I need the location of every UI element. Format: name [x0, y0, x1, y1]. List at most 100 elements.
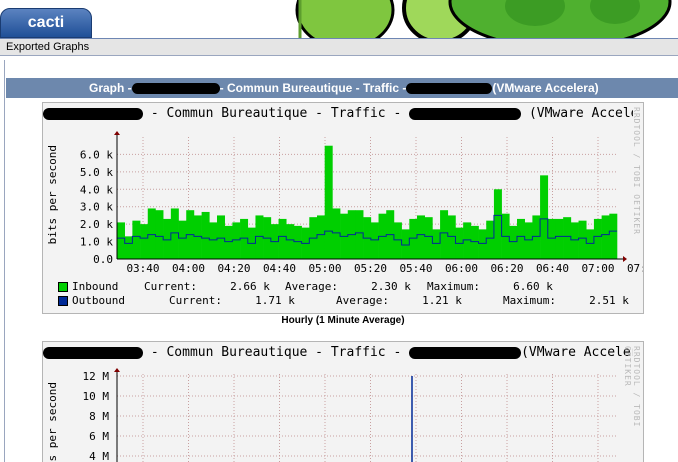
outbound-swatch — [58, 296, 68, 306]
y-axis-arrow — [114, 131, 120, 135]
breadcrumb-bar: Exported Graphs — [0, 38, 678, 56]
y-tick-label: 5.0 k — [80, 166, 113, 179]
x-tick-label: 04:40 — [263, 262, 296, 275]
inbound-bar — [124, 236, 133, 259]
inbound-bar — [209, 222, 218, 259]
graph-title-middle: - Commun Bureautique - Traffic - — [143, 106, 410, 121]
graph-title: - Commun Bureautique - Traffic - (VMware… — [43, 106, 633, 121]
y-tick-label: 4 M — [89, 450, 109, 462]
x-tick-label: 05:40 — [399, 262, 432, 275]
y-tick-label: 1.0 k — [80, 236, 113, 249]
inbound-bar — [332, 208, 341, 259]
inbound-bar — [432, 229, 441, 259]
cactus-banner-art — [0, 0, 678, 38]
inbound-bar — [517, 218, 525, 259]
cacti-tab[interactable]: cacti — [0, 8, 92, 38]
inbound-bar — [140, 224, 149, 259]
graph-title-middle: - Commun Bureautique - Traffic - — [143, 345, 410, 360]
inbound-bar — [509, 225, 518, 259]
graph-header-prefix: Graph - — [89, 81, 132, 95]
inbound-bar — [117, 222, 125, 259]
inbound-bar — [447, 215, 456, 259]
graph-title-suffix: (VMware Accelera — [528, 106, 633, 121]
inbound-bar — [547, 218, 556, 259]
redacted-host — [43, 107, 143, 120]
legend-outbound-average: Average: 1.21 k — [336, 294, 462, 307]
traffic-graph-hourly[interactable]: - Commun Bureautique - Traffic - (VMware… — [42, 102, 644, 314]
inbound-bar — [409, 218, 418, 259]
x-tick-label: 05:20 — [354, 262, 387, 275]
y-axis-arrow — [114, 368, 120, 372]
inbound-swatch — [58, 282, 68, 292]
inbound-bar — [609, 213, 618, 259]
inbound-bar — [540, 175, 549, 259]
legend-outbound-max: Maximum: 2.51 k — [503, 294, 629, 307]
inbound-bar — [163, 218, 172, 259]
y-tick-label: 12 M — [83, 370, 110, 383]
inbound-bar — [593, 218, 602, 259]
x-tick-label: 06:20 — [490, 262, 523, 275]
inbound-bar — [255, 215, 264, 259]
breadcrumb: Exported Graphs — [6, 41, 90, 53]
inbound-bar — [424, 217, 433, 259]
inbound-bar — [278, 218, 287, 259]
legend-inbound-max: Maximum: 6.60 k — [427, 280, 553, 293]
inbound-bar — [286, 224, 295, 259]
top-banner: cacti — [0, 0, 678, 38]
graph-header-suffix: (VMware Accelera) — [492, 81, 599, 95]
x-tick-label: 04:00 — [172, 262, 205, 275]
inbound-bar — [393, 222, 402, 259]
traffic-graph-second[interactable]: - Commun Bureautique - Traffic - (VMware… — [42, 341, 644, 462]
x-tick-label: 03:40 — [126, 262, 159, 275]
x-tick-label: 06:40 — [536, 262, 569, 275]
inbound-bar — [170, 208, 179, 259]
redacted-host — [43, 346, 143, 359]
inbound-bar — [355, 210, 364, 259]
y-tick-label: 6.0 k — [80, 148, 113, 161]
inbound-bar — [317, 215, 325, 259]
inbound-bar — [601, 215, 610, 259]
legend-outbound-label: Outbound — [72, 294, 125, 307]
inbound-bar — [463, 222, 472, 259]
inbound-bar — [524, 222, 533, 259]
inbound-bar — [417, 215, 425, 259]
x-tick-label: 05:00 — [308, 262, 341, 275]
legend-inbound-average: Average: 2.30 k — [285, 280, 411, 293]
inbound-bar — [570, 222, 579, 259]
graph-header-bar: Graph - - Commun Bureautique - Traffic -… — [6, 78, 678, 98]
inbound-bar — [201, 211, 210, 259]
inbound-bar — [147, 208, 156, 259]
y-tick-label: 4.0 k — [80, 183, 113, 196]
inbound-bar — [240, 218, 249, 259]
inbound-bar — [293, 225, 302, 259]
inbound-bar — [155, 210, 164, 259]
inbound-bar — [370, 222, 379, 259]
legend-inbound-label: Inbound — [72, 280, 119, 293]
traffic-chart-2: 4 M 6 M 8 M 10 M 12 M — [83, 368, 617, 462]
redacted-interface — [406, 82, 493, 94]
inbound-bar — [563, 217, 572, 259]
y-tick-label: 0.0 — [93, 253, 113, 266]
x-tick-label: 07:00 — [581, 262, 614, 275]
redacted-interface — [409, 107, 522, 120]
inbound-bar — [470, 225, 479, 259]
inbound-bar — [217, 215, 225, 259]
inbound-bar — [532, 215, 541, 259]
y-tick-label: 3.0 k — [80, 201, 113, 214]
inbound-bar — [193, 215, 202, 259]
inbound-bar — [401, 229, 410, 259]
inbound-bar — [232, 222, 241, 259]
x-tick-label: 07:20 — [627, 262, 644, 275]
y-tick-label: 6 M — [89, 430, 109, 443]
inbound-bar — [178, 220, 187, 259]
inbound-bar — [493, 189, 502, 259]
inbound-bar — [224, 225, 233, 259]
redacted-interface — [409, 346, 522, 359]
legend-inbound-current: Current: 2.66 k — [144, 280, 270, 293]
y-tick-label: 2.0 k — [80, 218, 113, 231]
inbound-bar — [586, 229, 595, 259]
graph-title: - Commun Bureautique - Traffic - (VMware… — [43, 345, 633, 360]
graph-caption: Hourly (1 Minute Average) — [281, 315, 405, 326]
inbound-bar — [132, 220, 141, 259]
inbound-bar — [555, 218, 564, 259]
